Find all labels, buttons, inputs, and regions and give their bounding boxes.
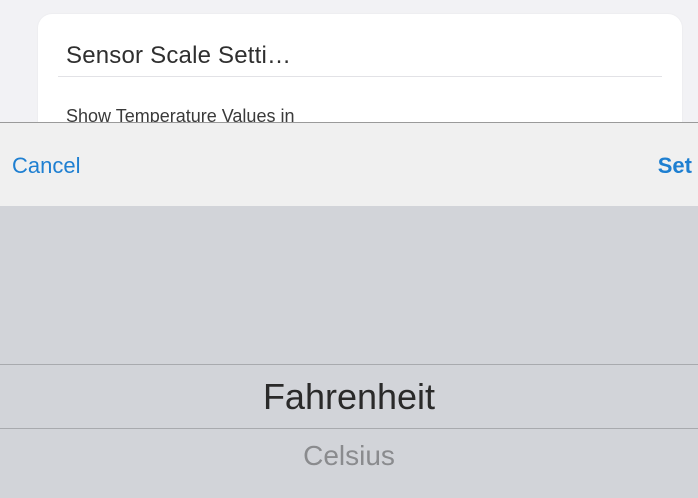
picker-sheet: Cancel Set Fahrenheit Celsius — [0, 122, 698, 498]
card-title: Sensor Scale Setti… — [66, 42, 292, 69]
card-divider — [58, 76, 662, 77]
scale-picker-wheel[interactable]: Fahrenheit Celsius — [0, 206, 698, 498]
selection-bottom-line — [0, 428, 698, 429]
picker-option-fahrenheit[interactable]: Fahrenheit — [0, 376, 698, 418]
screen: Sensor Scale Setti… Show Temperature Val… — [0, 0, 698, 498]
picker-option-celsius[interactable]: Celsius — [0, 440, 698, 472]
picker-toolbar: Cancel Set — [0, 122, 698, 206]
set-button[interactable]: Set — [658, 153, 692, 179]
cancel-button[interactable]: Cancel — [12, 153, 80, 179]
selection-top-line — [0, 364, 698, 365]
